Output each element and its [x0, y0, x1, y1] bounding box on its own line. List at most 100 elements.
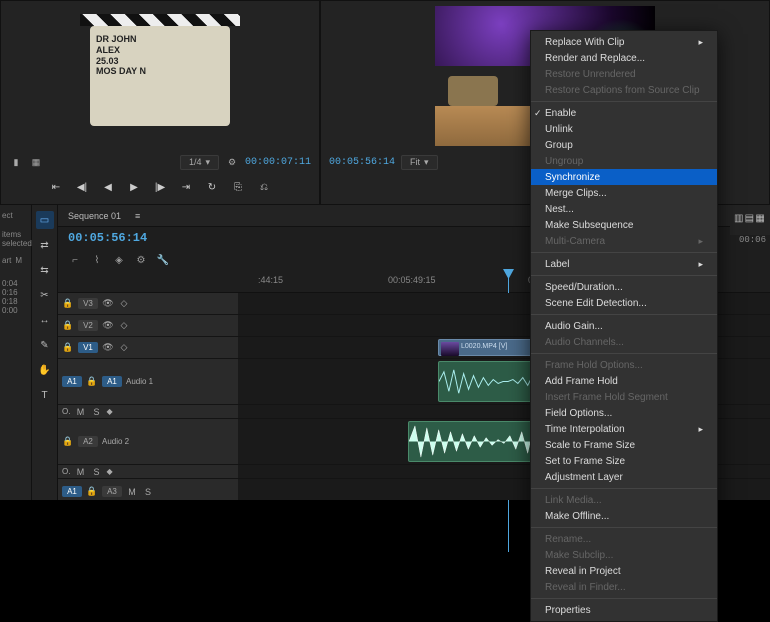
ctx-add-frame-hold[interactable]: Add Frame Hold — [531, 373, 717, 389]
bin-row[interactable]: 0:16 — [2, 288, 29, 297]
lock-icon[interactable]: 🔒 — [62, 298, 74, 310]
eye-icon[interactable]: 👁 — [102, 342, 114, 354]
ctx-properties[interactable]: Properties — [531, 602, 717, 618]
ctx-scale-frame[interactable]: Scale to Frame Size — [531, 437, 717, 453]
track-header-a3[interactable]: A1 🔒 A3 M S — [58, 479, 238, 500]
type-tool-icon[interactable]: T — [36, 386, 54, 404]
ctx-merge-clips[interactable]: Merge Clips... — [531, 185, 717, 201]
step-back-icon[interactable]: ◀| — [74, 179, 90, 195]
tab-menu-icon[interactable]: ≡ — [135, 211, 140, 221]
mute-icon[interactable]: M — [74, 406, 86, 418]
bin-row[interactable]: 0:04 — [2, 279, 29, 288]
goto-in-icon[interactable]: ⇤ — [48, 179, 64, 195]
linked-sel-icon[interactable]: ⌇ — [90, 253, 104, 267]
ctx-make-subsequence[interactable]: Make Subsequence — [531, 217, 717, 233]
eye-icon[interactable]: 👁 — [102, 298, 114, 310]
selection-tool-icon[interactable]: ▭ — [36, 211, 54, 229]
razor-tool-icon[interactable]: ✂ — [36, 286, 54, 304]
track-header-v3[interactable]: 🔒 V3 👁 ◇ — [58, 293, 238, 314]
track-label[interactable]: A1 — [102, 376, 122, 387]
ctx-speed-duration[interactable]: Speed/Duration... — [531, 279, 717, 295]
overwrite-icon[interactable]: ⎌ — [256, 179, 272, 195]
workspace-icon[interactable]: ▦ — [755, 213, 766, 227]
fit-select[interactable]: Fit▾ — [401, 155, 438, 170]
lock-icon[interactable]: 🔒 — [86, 376, 98, 388]
source-timecode[interactable]: 00:00:07:11 — [245, 157, 311, 168]
track-label[interactable]: V1 — [78, 342, 98, 353]
lock-icon[interactable]: 🔒 — [62, 320, 74, 332]
track-header-v2[interactable]: 🔒 V2 👁 ◇ — [58, 315, 238, 336]
play-icon[interactable]: ▶ — [126, 179, 142, 195]
ctx-reveal-project[interactable]: Reveal in Project — [531, 563, 717, 579]
marker-icon[interactable]: ▮ — [9, 155, 23, 169]
export-frame-icon[interactable]: ▦ — [29, 155, 43, 169]
mute-icon[interactable]: M — [126, 486, 138, 498]
slip-tool-icon[interactable]: ↔ — [36, 311, 54, 329]
track-controls-a2[interactable]: O. M S ◆ — [58, 465, 238, 478]
ctx-audio-gain[interactable]: Audio Gain... — [531, 318, 717, 334]
workspace-icon[interactable]: ▤ — [745, 213, 756, 227]
track-header-a1[interactable]: A1 🔒 A1 Audio 1 — [58, 359, 238, 404]
pen-tool-icon[interactable]: ✎ — [36, 336, 54, 354]
keyframe-icon[interactable]: ◆ — [106, 467, 112, 476]
solo-icon[interactable]: S — [90, 406, 102, 418]
track-label[interactable]: V3 — [78, 298, 98, 309]
track-header-a2[interactable]: 🔒 A2 Audio 2 — [58, 419, 238, 464]
ctx-group[interactable]: Group — [531, 137, 717, 153]
track-select-tool-icon[interactable]: ⇄ — [36, 236, 54, 254]
insert-icon[interactable]: ⎘ — [230, 179, 246, 195]
settings-icon[interactable]: ⚙ — [134, 253, 148, 267]
ctx-render-replace[interactable]: Render and Replace... — [531, 50, 717, 66]
source-transport: ⇤ ◀| ◀ ▶ |▶ ⇥ ↻ ⎘ ⎌ — [1, 173, 319, 201]
fx-icon[interactable]: ◇ — [118, 298, 130, 310]
ctx-replace-with-clip[interactable]: Replace With Clip▸ — [531, 34, 717, 50]
track-label[interactable]: V2 — [78, 320, 98, 331]
bin-row[interactable]: 0:18 — [2, 297, 29, 306]
zoom-select[interactable]: 1/4▾ — [180, 155, 219, 170]
ripple-tool-icon[interactable]: ⇆ — [36, 261, 54, 279]
ctx-nest[interactable]: Nest... — [531, 201, 717, 217]
ctx-make-offline[interactable]: Make Offline... — [531, 508, 717, 524]
goto-out-icon[interactable]: ⇥ — [178, 179, 194, 195]
workspace-icon[interactable]: ▥ — [734, 213, 745, 227]
ctx-label[interactable]: Label▸ — [531, 256, 717, 272]
program-timecode[interactable]: 00:05:56:14 — [329, 157, 395, 168]
keyframe-icon[interactable]: ◆ — [106, 407, 112, 416]
settings-icon[interactable]: ⚙ — [225, 155, 239, 169]
sequence-timecode[interactable]: 00:05:56:14 — [68, 231, 147, 245]
loop-icon[interactable]: ↻ — [204, 179, 220, 195]
marker-icon[interactable]: ◈ — [112, 253, 126, 267]
ctx-scene-edit[interactable]: Scene Edit Detection... — [531, 295, 717, 311]
lock-icon[interactable]: 🔒 — [86, 486, 98, 498]
track-controls-a1[interactable]: O. M S ◆ — [58, 405, 238, 418]
sequence-tab[interactable]: Sequence 01 — [68, 211, 121, 221]
ctx-set-frame[interactable]: Set to Frame Size — [531, 453, 717, 469]
ctx-field-options[interactable]: Field Options... — [531, 405, 717, 421]
lock-icon[interactable]: 🔒 — [62, 342, 74, 354]
fx-icon[interactable]: ◇ — [118, 342, 130, 354]
ctx-enable[interactable]: ✓Enable — [531, 105, 717, 121]
ctx-synchronize[interactable]: Synchronize — [531, 169, 717, 185]
ctx-time-interp[interactable]: Time Interpolation▸ — [531, 421, 717, 437]
eye-icon[interactable]: 👁 — [102, 320, 114, 332]
wrench-icon[interactable]: 🔧 — [156, 253, 170, 267]
fx-icon[interactable]: ◇ — [118, 320, 130, 332]
panel-tab[interactable]: ect — [2, 211, 29, 220]
snap-icon[interactable]: ⌐ — [68, 253, 82, 267]
track-label[interactable]: A2 — [78, 436, 98, 447]
src-patch[interactable]: A1 — [62, 486, 82, 497]
bin-row[interactable]: 0:00 — [2, 306, 29, 315]
mute-icon[interactable]: M — [74, 466, 86, 478]
step-fwd-icon[interactable]: |▶ — [152, 179, 168, 195]
hand-tool-icon[interactable]: ✋ — [36, 361, 54, 379]
track-label[interactable]: A3 — [102, 486, 122, 497]
src-patch[interactable]: A1 — [62, 376, 82, 387]
solo-icon[interactable]: S — [142, 486, 154, 498]
lock-icon[interactable]: 🔒 — [62, 436, 74, 448]
solo-icon[interactable]: S — [90, 466, 102, 478]
ctx-unlink[interactable]: Unlink — [531, 121, 717, 137]
play-back-icon[interactable]: ◀ — [100, 179, 116, 195]
ctx-adj-layer[interactable]: Adjustment Layer — [531, 469, 717, 485]
track-header-v1[interactable]: 🔒 V1 👁 ◇ — [58, 337, 238, 358]
clapper-director: DR JOHN — [96, 34, 224, 45]
